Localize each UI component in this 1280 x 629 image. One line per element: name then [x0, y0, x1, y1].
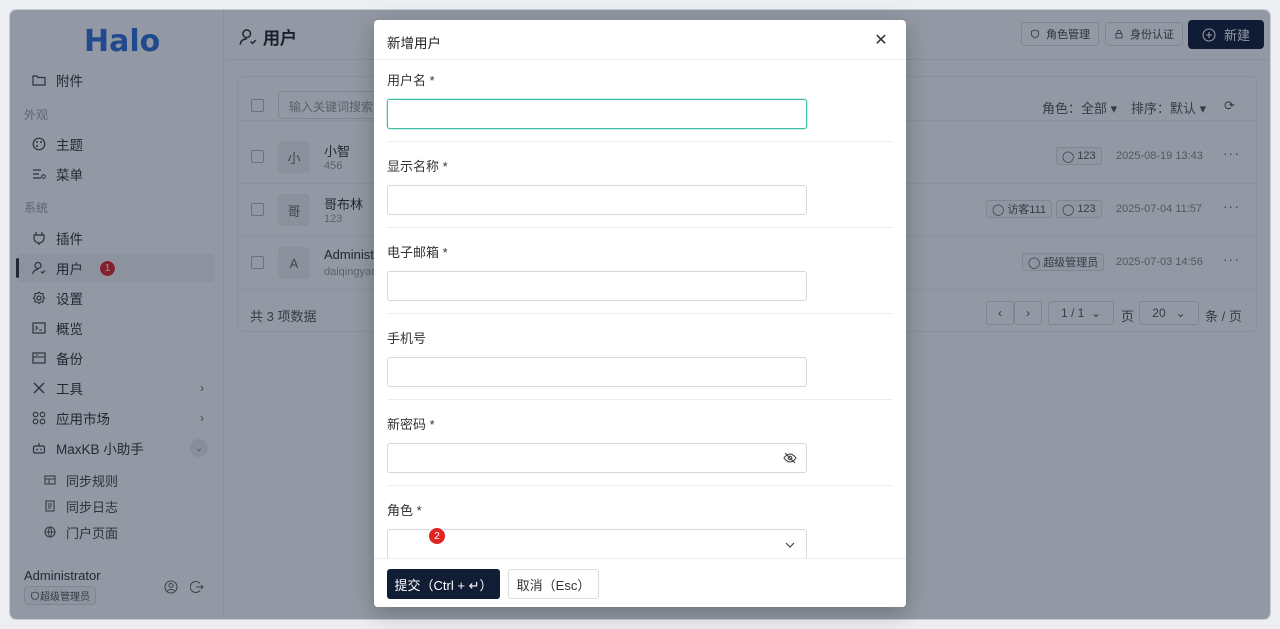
submit-button[interactable]: 提交（Ctrl + ↵）: [387, 569, 500, 599]
username-label: 用户名 *: [387, 73, 435, 88]
display-name-label: 显示名称 *: [387, 159, 448, 174]
phone-field[interactable]: [387, 357, 807, 387]
username-field[interactable]: [387, 99, 807, 129]
new-user-modal: 新增用户 ✕ 用户名 * 显示名称 * 电子邮箱 * 手机号 新密码 * 角色 …: [374, 20, 906, 607]
divider: [387, 485, 893, 486]
modal-title: 新增用户: [387, 36, 441, 51]
divider: [387, 313, 893, 314]
step-badge: 2: [428, 527, 446, 545]
divider: [387, 227, 893, 228]
phone-label: 手机号: [387, 331, 427, 346]
modal-footer: 提交（Ctrl + ↵） 取消（Esc）: [374, 558, 906, 607]
close-icon[interactable]: ✕: [870, 29, 892, 51]
email-label: 电子邮箱 *: [387, 245, 448, 260]
password-label: 新密码 *: [387, 417, 435, 432]
divider: [387, 399, 893, 400]
password-field[interactable]: [387, 443, 807, 473]
role-select[interactable]: [387, 529, 807, 559]
eye-off-icon[interactable]: [783, 451, 797, 465]
role-label: 角色 *: [387, 503, 422, 518]
chevron-down-icon: [785, 542, 795, 548]
display-name-field[interactable]: [387, 185, 807, 215]
modal-header: 新增用户 ✕: [374, 20, 906, 60]
cancel-button[interactable]: 取消（Esc）: [508, 569, 599, 599]
divider: [387, 141, 893, 142]
email-field[interactable]: [387, 271, 807, 301]
